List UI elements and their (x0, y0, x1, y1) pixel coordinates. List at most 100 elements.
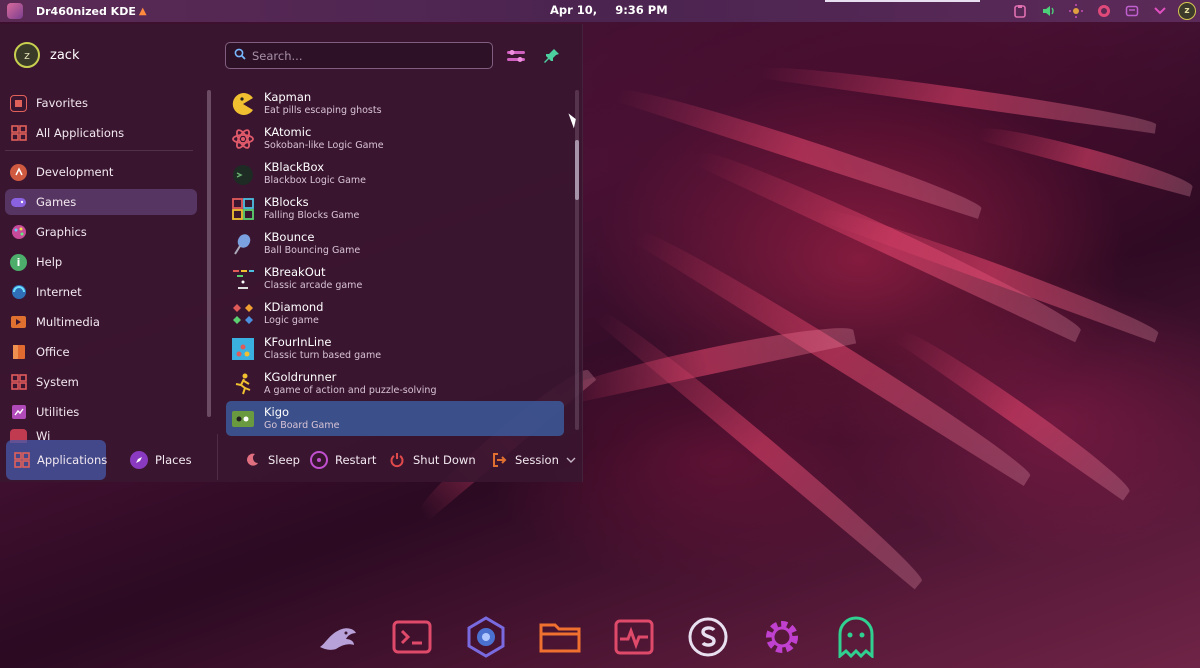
dock-item-terminal[interactable] (386, 615, 438, 659)
dock-item-files[interactable] (534, 615, 586, 659)
category-utilities[interactable]: Utilities (5, 399, 197, 425)
system-monitor-icon (614, 619, 654, 655)
category-help[interactable]: i Help (5, 249, 197, 275)
dock-item-system-monitor[interactable] (608, 615, 660, 659)
list-item[interactable]: KGoldrunner A game of action and puzzle-s… (226, 366, 564, 401)
clock-time: 9:36 PM (615, 3, 668, 17)
list-item[interactable]: Kigo Go Board Game (226, 401, 564, 436)
list-item[interactable]: KBlocks Falling Blocks Game (226, 191, 564, 226)
internet-icon (10, 284, 27, 301)
pin-button[interactable] (540, 44, 564, 68)
search-box[interactable] (225, 42, 493, 69)
utilities-icon (10, 404, 27, 421)
app-name: KBlocks (264, 194, 309, 209)
list-item[interactable]: Kapman Eat pills escaping ghosts (226, 86, 564, 121)
app-name: KAtomic (264, 124, 312, 139)
category-games[interactable]: Games (5, 189, 197, 215)
app-description: Sokoban-like Logic Game (264, 139, 384, 151)
notifications-icon[interactable] (1122, 1, 1142, 21)
application-launcher-menu: z zack Favorites All Applications Develo… (0, 24, 583, 482)
list-item[interactable]: KFourInLine Classic turn based game (226, 331, 564, 366)
logout-icon (490, 451, 508, 469)
session-button[interactable]: Session (482, 440, 584, 480)
app-description: Eat pills escaping ghosts (264, 104, 382, 116)
kapman-icon (230, 91, 256, 117)
search-input[interactable] (252, 48, 482, 63)
sleep-button[interactable]: Sleep (235, 440, 308, 480)
category-all-applications[interactable]: All Applications (5, 120, 197, 146)
category-office[interactable]: Office (5, 339, 197, 365)
application-list: Kapman Eat pills escaping ghosts KAtomic S… (226, 86, 564, 436)
app-name: KBounce (264, 229, 315, 244)
terminal-icon (392, 620, 432, 654)
digital-clock[interactable]: Apr 10, 9:36 PM (550, 3, 668, 17)
dock-item-browser[interactable] (460, 615, 512, 659)
user-name: zack (50, 47, 80, 63)
list-item[interactable]: KBounce Ball Bouncing Game (226, 226, 564, 261)
dock-item-dragon[interactable] (312, 615, 364, 659)
applications-tab[interactable]: Applications (6, 440, 107, 480)
moon-icon (243, 451, 261, 469)
brightness-icon[interactable] (1066, 1, 1086, 21)
list-item[interactable]: KBreakOut Classic arcade game (226, 261, 564, 296)
category-label: Internet (36, 285, 82, 299)
user-avatar-tray[interactable]: z (1178, 2, 1196, 20)
kdiamond-icon (230, 301, 256, 327)
sleep-label: Sleep (268, 453, 300, 467)
update-icon[interactable] (1094, 1, 1114, 21)
katomic-icon (230, 126, 256, 152)
help-icon: i (10, 253, 27, 271)
category-scrollbar[interactable] (207, 90, 211, 417)
list-item[interactable]: KAtomic Sokoban-like Logic Game (226, 121, 564, 156)
app-list-scrollbar[interactable] (575, 90, 579, 430)
app-name: KGoldrunner (264, 369, 337, 384)
shutdown-button[interactable]: Shut Down (380, 440, 484, 480)
multimedia-icon (10, 314, 27, 331)
dock-item-ghost[interactable] (830, 615, 882, 659)
scrollbar-thumb[interactable] (575, 140, 579, 200)
app-name: KDiamond (264, 299, 324, 314)
grid-icon (10, 125, 27, 142)
category-label: Office (36, 345, 70, 359)
category-label: Games (36, 195, 77, 209)
category-development[interactable]: Development (5, 159, 197, 185)
list-item[interactable]: KDiamond Logic game (226, 296, 564, 331)
category-system[interactable]: System (5, 369, 197, 395)
clipboard-icon[interactable] (1010, 1, 1030, 21)
dock-item-settings[interactable] (756, 615, 808, 659)
dragon-icon (320, 628, 356, 650)
app-name: KBlackBox (264, 159, 325, 174)
app-description: Ball Bouncing Game (264, 244, 361, 256)
compass-icon (130, 451, 148, 469)
dock-item-store[interactable] (682, 615, 734, 659)
restart-button[interactable]: Restart (302, 440, 384, 480)
store-icon (688, 617, 728, 657)
pin-icon (544, 49, 559, 63)
places-tab-label: Places (155, 453, 192, 467)
places-tab[interactable]: Places (122, 440, 200, 480)
app-description: Classic turn based game (264, 349, 382, 361)
chevron-down-icon (566, 453, 576, 467)
window-title: Dr460nized KDE ▲ (36, 5, 147, 18)
dock (312, 615, 882, 659)
avatar[interactable]: z (14, 42, 40, 68)
power-icon (388, 451, 406, 469)
volume-icon[interactable] (1038, 1, 1058, 21)
app-launcher-button[interactable] (4, 0, 26, 22)
kgoldrunner-icon (230, 371, 256, 397)
launcher-icon (7, 3, 23, 19)
panel-progress-bar (825, 0, 980, 2)
chevron-down-icon[interactable] (1150, 1, 1170, 21)
kblocks-icon (230, 196, 256, 222)
configure-button[interactable] (504, 44, 528, 68)
app-description: Go Board Game (264, 419, 340, 431)
category-favorites[interactable]: Favorites (5, 90, 197, 116)
list-item[interactable]: KBlackBox Blackbox Logic Game (226, 156, 564, 191)
app-name: Kigo (264, 404, 290, 419)
footer-divider (217, 434, 218, 480)
category-multimedia[interactable]: Multimedia (5, 309, 197, 335)
user-info[interactable]: z zack (14, 42, 79, 68)
app-description: Logic game (264, 314, 319, 326)
category-internet[interactable]: Internet (5, 279, 197, 305)
category-graphics[interactable]: Graphics (5, 219, 197, 245)
